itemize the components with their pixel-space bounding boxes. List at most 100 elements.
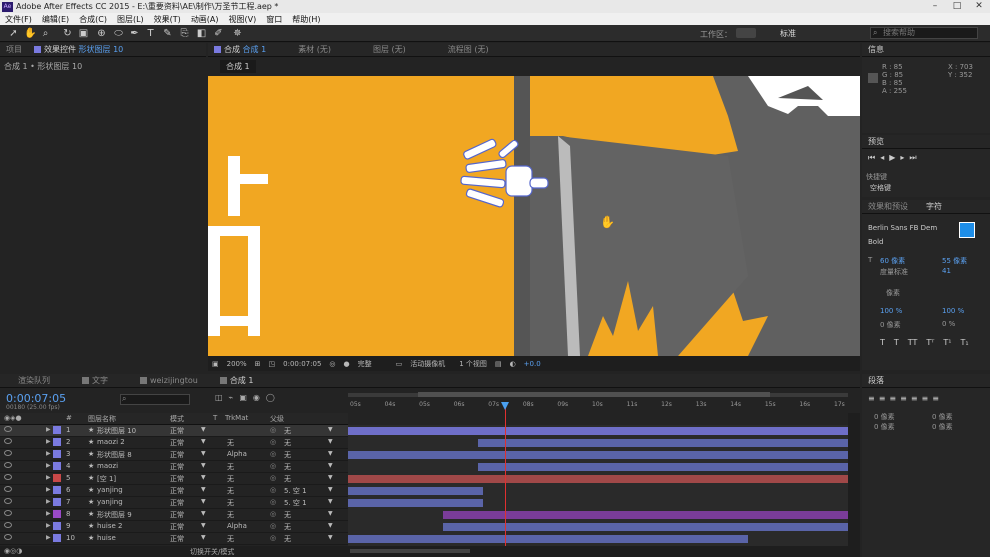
- layer-parent[interactable]: 无: [284, 426, 291, 436]
- text-style-button-3[interactable]: Tᵀ: [926, 338, 934, 347]
- mode-dropdown-icon[interactable]: ▼: [201, 450, 206, 457]
- hand-tool-icon[interactable]: ✋: [24, 28, 36, 39]
- table-row[interactable]: ▶ 6 ★ yanjing 正常 ▼ 无 ◎ 5. 空 1 ▼: [0, 485, 348, 497]
- label-color-swatch[interactable]: [53, 534, 61, 542]
- pickwhip-icon[interactable]: ◎: [270, 510, 276, 518]
- maximize-icon[interactable]: □: [946, 0, 968, 13]
- layer-duration-bar[interactable]: [348, 427, 848, 435]
- pickwhip-icon[interactable]: ◎: [270, 534, 276, 542]
- label-color-swatch[interactable]: [53, 462, 61, 470]
- tracking-value[interactable]: 41: [942, 267, 951, 275]
- tsume-value[interactable]: 0 %: [942, 320, 955, 328]
- tab-footage[interactable]: 素材 (无): [292, 43, 337, 57]
- parent-dropdown-icon[interactable]: ▼: [328, 474, 333, 481]
- text-style-button-1[interactable]: T: [894, 338, 899, 347]
- layer-mode[interactable]: 正常: [170, 462, 184, 472]
- roto-brush-tool-icon[interactable]: ✐: [213, 28, 224, 39]
- layer-name[interactable]: 形状图层 10: [97, 426, 136, 436]
- expand-triangle-icon[interactable]: ▶: [46, 426, 51, 433]
- layer-parent[interactable]: 5. 空 1: [284, 486, 307, 496]
- label-color-swatch[interactable]: [53, 450, 61, 458]
- workspace-select[interactable]: 标准: [780, 28, 796, 39]
- layer-search-input[interactable]: [120, 394, 190, 405]
- layer-duration-bar[interactable]: [478, 439, 848, 447]
- font-size-value[interactable]: 60 像素: [880, 256, 905, 266]
- layer-mode[interactable]: 正常: [170, 486, 184, 496]
- layer-mode[interactable]: 正常: [170, 426, 184, 436]
- menu-item-0[interactable]: 文件(F): [0, 14, 37, 25]
- pan-behind-tool-icon[interactable]: ⊕: [96, 28, 107, 39]
- expand-triangle-icon[interactable]: ▶: [46, 474, 51, 481]
- pickwhip-icon[interactable]: ◎: [270, 450, 276, 458]
- layer-mode[interactable]: 正常: [170, 450, 184, 460]
- tab-character[interactable]: 字符: [920, 200, 948, 214]
- layer-parent[interactable]: 无: [284, 474, 291, 484]
- timeline-switches[interactable]: ◫⌁▣◉◯: [215, 393, 281, 402]
- layer-parent[interactable]: 无: [284, 534, 291, 544]
- snapshot-icon[interactable]: ◎: [329, 360, 335, 368]
- layer-name[interactable]: yanjing: [97, 498, 123, 506]
- camera-tool-icon[interactable]: ▣: [78, 28, 89, 39]
- label-color-swatch[interactable]: [53, 522, 61, 530]
- mode-dropdown-icon[interactable]: ▼: [201, 438, 206, 445]
- text-style-button-0[interactable]: T: [880, 338, 885, 347]
- visibility-eye-icon[interactable]: [4, 498, 12, 504]
- layer-name[interactable]: 形状图层 9: [97, 510, 132, 520]
- layer-name[interactable]: maozi: [97, 462, 118, 470]
- clone-stamp-tool-icon[interactable]: ⎘: [179, 28, 190, 39]
- visibility-eye-icon[interactable]: [4, 534, 12, 540]
- tab-flowchart[interactable]: 流程图 (无): [442, 43, 495, 57]
- parent-dropdown-icon[interactable]: ▼: [328, 438, 333, 445]
- visibility-eye-icon[interactable]: [4, 486, 12, 492]
- layer-trkmat[interactable]: Alpha: [227, 522, 247, 530]
- close-icon[interactable]: ✕: [968, 0, 990, 13]
- layer-name[interactable]: [空 1]: [97, 474, 116, 484]
- fast-preview-icon[interactable]: ▤: [495, 360, 502, 368]
- quality-select[interactable]: 完整: [358, 359, 372, 369]
- rotate-tool-icon[interactable]: ↻: [62, 28, 73, 39]
- table-row[interactable]: ▶ 7 ★ yanjing 正常 ▼ 无 ◎ 5. 空 1 ▼: [0, 497, 348, 509]
- table-row[interactable]: ▶ 1 ★ 形状图层 10 正常 ▼ ◎ 无 ▼: [0, 425, 348, 437]
- expand-triangle-icon[interactable]: ▶: [46, 534, 51, 541]
- layer-duration-bar[interactable]: [443, 511, 848, 519]
- exposure-value[interactable]: +0.0: [524, 360, 541, 368]
- pen-tool-icon[interactable]: ✒: [129, 28, 140, 39]
- mode-dropdown-icon[interactable]: ▼: [201, 522, 206, 529]
- layer-trkmat[interactable]: Alpha: [227, 450, 247, 458]
- table-row[interactable]: ▶ 9 ★ huise 2 正常 ▼ Alpha ◎ 无 ▼: [0, 521, 348, 533]
- layer-trkmat[interactable]: 无: [227, 474, 234, 484]
- menu-item-5[interactable]: 动画(A): [186, 14, 224, 25]
- baseline-shift-value[interactable]: 0 像素: [880, 320, 901, 330]
- tab-weizijingtou[interactable]: weizijingtou: [134, 374, 204, 388]
- fill-color-swatch[interactable]: [959, 222, 975, 238]
- mode-dropdown-icon[interactable]: ▼: [201, 462, 206, 469]
- layer-duration-bar[interactable]: [348, 499, 483, 507]
- indent-left[interactable]: 0 像素: [874, 412, 895, 422]
- first-frame-icon[interactable]: ⏮: [868, 153, 880, 162]
- ellipse-tool-icon[interactable]: ⬭: [113, 28, 124, 39]
- expand-triangle-icon[interactable]: ▶: [46, 450, 51, 457]
- table-row[interactable]: ▶ 4 ★ maozi 正常 ▼ 无 ◎ 无 ▼: [0, 461, 348, 473]
- table-row[interactable]: ▶ 10 ★ huise 正常 ▼ 无 ◎ 无 ▼: [0, 533, 348, 545]
- mode-dropdown-icon[interactable]: ▼: [201, 486, 206, 493]
- layer-trkmat[interactable]: 无: [227, 438, 234, 448]
- expand-triangle-icon[interactable]: ▶: [46, 438, 51, 445]
- label-color-swatch[interactable]: [53, 486, 61, 494]
- visibility-eye-icon[interactable]: [4, 450, 12, 456]
- layer-name[interactable]: huise: [97, 534, 116, 542]
- layer-mode[interactable]: 正常: [170, 522, 184, 532]
- zoom-tool-icon[interactable]: ⌕: [40, 28, 51, 39]
- layer-duration-bar[interactable]: [348, 451, 848, 459]
- workspace-icon[interactable]: [736, 28, 756, 38]
- expand-triangle-icon[interactable]: ▶: [46, 462, 51, 469]
- zoom-slider[interactable]: [350, 549, 470, 553]
- expand-triangle-icon[interactable]: ▶: [46, 510, 51, 517]
- parent-dropdown-icon[interactable]: ▼: [328, 486, 333, 493]
- layer-parent[interactable]: 5. 空 1: [284, 498, 307, 508]
- pickwhip-icon[interactable]: ◎: [270, 486, 276, 494]
- label-color-swatch[interactable]: [53, 474, 61, 482]
- parent-dropdown-icon[interactable]: ▼: [328, 450, 333, 457]
- menu-item-2[interactable]: 合成(C): [74, 14, 112, 25]
- layer-trkmat[interactable]: 无: [227, 486, 234, 496]
- roi-icon[interactable]: ▭: [396, 360, 403, 368]
